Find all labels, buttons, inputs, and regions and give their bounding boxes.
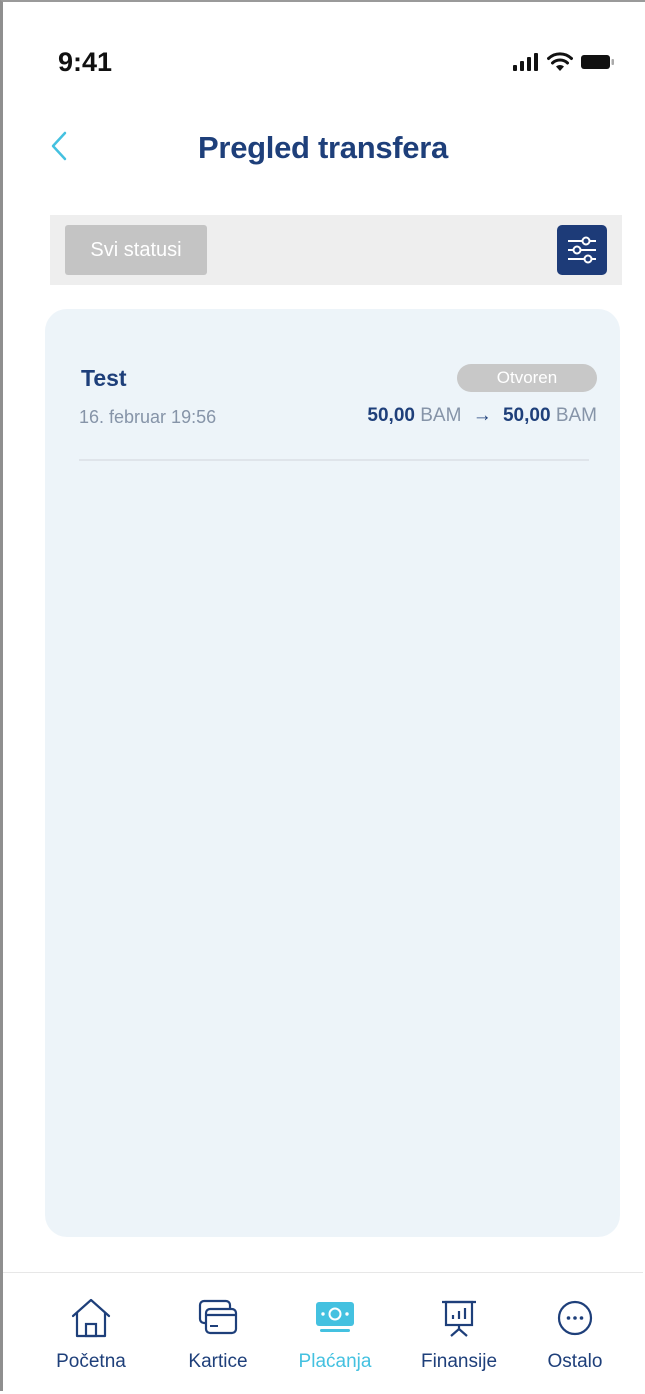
tab-placanja[interactable]: Plaćanja bbox=[280, 1295, 390, 1373]
transfer-name: Test bbox=[81, 365, 127, 391]
page-title: Pregled transfera bbox=[198, 130, 448, 165]
more-dots-icon bbox=[557, 1300, 593, 1336]
payments-icon bbox=[316, 1302, 354, 1332]
transfers-list-panel: Test Otvoren 16. februar 19:56 50,00 BAM… bbox=[45, 309, 620, 1237]
tab-label: Početna bbox=[56, 1351, 126, 1372]
wifi-icon bbox=[547, 52, 573, 71]
transfer-date: 16. februar 19:56 bbox=[79, 407, 217, 427]
status-time: 9:41 bbox=[58, 47, 113, 77]
transfer-amounts: 50,00 BAM → 50,00 BAM bbox=[367, 405, 597, 427]
navigation-header: Pregled transfera bbox=[3, 112, 643, 182]
to-amount: 50,00 bbox=[502, 405, 551, 426]
sliders-icon bbox=[568, 236, 596, 264]
tab-label: Ostalo bbox=[547, 1351, 603, 1372]
from-amount: 50,00 bbox=[367, 405, 415, 426]
tab-finansije[interactable]: Finansije bbox=[404, 1295, 514, 1373]
tab-label: Finansije bbox=[420, 1351, 498, 1372]
transfer-status-badge: Otvoren bbox=[457, 364, 597, 392]
tab-ostalo[interactable]: Ostalo bbox=[520, 1295, 630, 1373]
tab-label: Kartice bbox=[188, 1351, 248, 1372]
to-currency: BAM bbox=[555, 405, 597, 426]
signal-icon bbox=[513, 53, 538, 71]
cards-icon bbox=[198, 1299, 238, 1335]
arrow-right-icon: → bbox=[472, 405, 492, 426]
from-currency: BAM bbox=[420, 405, 462, 426]
phone-screen: 9:41 Pregled transfera Svi statusi Test … bbox=[0, 0, 645, 1394]
status-icons bbox=[513, 52, 615, 72]
tab-label: Plaćanja bbox=[298, 1351, 372, 1372]
filter-settings-button[interactable] bbox=[557, 225, 607, 275]
filter-bar: Svi statusi bbox=[50, 215, 622, 285]
tab-kartice[interactable]: Kartice bbox=[163, 1295, 273, 1373]
tab-pocetna[interactable]: Početna bbox=[36, 1295, 146, 1373]
bottom-tab-bar: Početna Kartice Plaćanja Finansije Ostal… bbox=[3, 1272, 643, 1394]
divider bbox=[79, 459, 589, 461]
battery-icon bbox=[581, 55, 614, 69]
status-filter-chip[interactable]: Svi statusi bbox=[65, 225, 207, 275]
home-icon bbox=[71, 1298, 111, 1338]
status-bar: 9:41 bbox=[3, 2, 643, 112]
finance-chart-icon bbox=[442, 1300, 476, 1337]
